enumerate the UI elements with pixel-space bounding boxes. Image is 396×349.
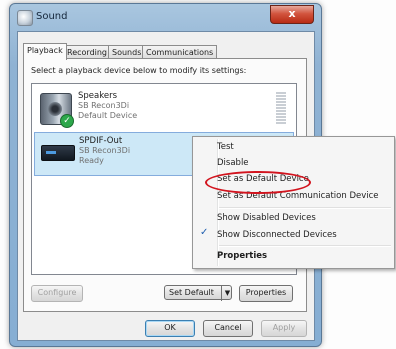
ok-button[interactable]: OK xyxy=(145,320,195,337)
apply-button[interactable]: Apply xyxy=(261,320,307,337)
device-item-speakers[interactable]: ✓ Speakers SB Recon3Di Default Device xyxy=(34,88,292,130)
device-driver: SB Recon3Di xyxy=(78,101,130,110)
menu-item-show-disconnected-devices[interactable]: Show Disconnected Devices xyxy=(217,230,337,240)
menu-separator xyxy=(219,207,391,209)
menu-item-show-disabled-devices[interactable]: Show Disabled Devices xyxy=(217,213,316,223)
menu-item-test[interactable]: Test xyxy=(217,142,234,152)
device-context-menu: Test Disable Set as Default Device Set a… xyxy=(192,136,395,269)
window-title: Sound xyxy=(36,11,68,22)
tab-recording[interactable]: Recording xyxy=(63,45,112,59)
device-name: Speakers xyxy=(78,91,118,101)
device-driver: SB Recon3Di xyxy=(79,146,131,155)
level-meter xyxy=(276,92,286,126)
chevron-down-icon[interactable]: ▼ xyxy=(221,286,233,301)
menu-separator xyxy=(219,245,391,247)
configure-button[interactable]: Configure xyxy=(31,285,83,302)
menu-item-disable[interactable]: Disable xyxy=(217,158,249,168)
annotation-circle xyxy=(205,171,311,194)
title-bar[interactable]: Sound x xyxy=(10,4,321,30)
device-status: Ready xyxy=(79,156,104,165)
sound-app-icon xyxy=(17,10,33,26)
set-default-button[interactable]: Set Default ▼ xyxy=(164,285,233,301)
cancel-button[interactable]: Cancel xyxy=(203,320,253,337)
set-default-label: Set Default xyxy=(169,288,214,297)
properties-button[interactable]: Properties xyxy=(239,285,293,302)
spdif-device-icon xyxy=(41,145,75,161)
close-button[interactable]: x xyxy=(270,5,314,24)
menu-item-properties[interactable]: Properties xyxy=(217,251,267,261)
device-status: Default Device xyxy=(78,111,138,120)
instruction-text: Select a playback device below to modify… xyxy=(31,66,247,75)
checkmark-icon: ✓ xyxy=(200,227,209,238)
tab-sounds[interactable]: Sounds xyxy=(108,45,146,59)
default-check-icon: ✓ xyxy=(60,114,74,128)
device-name: SPDIF-Out xyxy=(79,136,123,146)
tab-playback[interactable]: Playback xyxy=(23,43,67,60)
tab-communications[interactable]: Communications xyxy=(142,45,218,59)
